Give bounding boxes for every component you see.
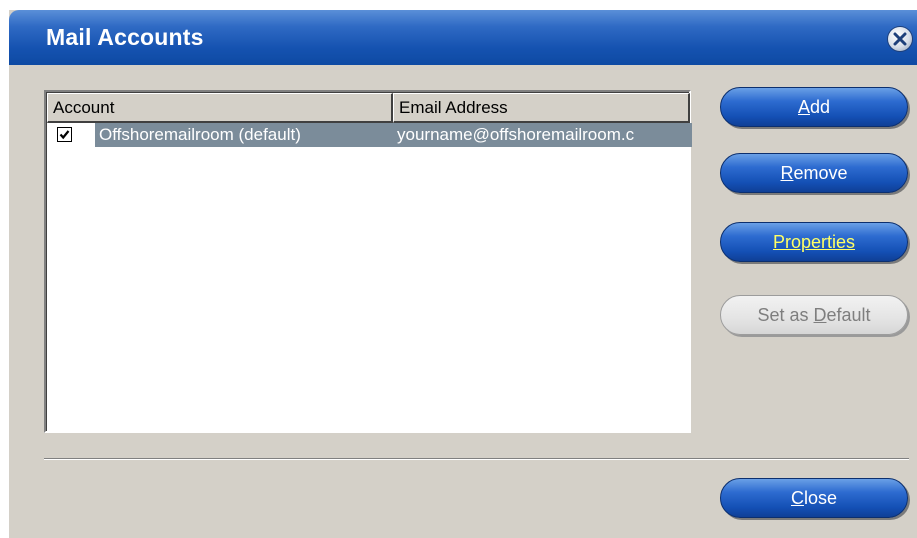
account-row[interactable]: Offshoremailroom (default) yourname@offs…	[47, 123, 692, 149]
remove-button[interactable]: Remove	[720, 153, 908, 193]
account-checkbox[interactable]	[57, 127, 72, 142]
set-default-mnemonic: D	[813, 305, 827, 325]
properties-button[interactable]: Properties	[720, 222, 908, 262]
title-bar[interactable]: Mail Accounts	[9, 10, 917, 65]
close-icon[interactable]	[888, 27, 912, 51]
separator-line	[44, 458, 909, 460]
mail-accounts-dialog: Mail Accounts Account Email Address Offs…	[9, 10, 917, 538]
close-mnemonic: C	[790, 488, 804, 508]
checkmark-icon	[59, 130, 70, 140]
set-default-suffix: efault	[826, 305, 871, 325]
account-email: yourname@offshoremailroom.c	[397, 125, 635, 144]
column-header-email[interactable]: Email Address	[393, 93, 690, 123]
accounts-list[interactable]: Account Email Address Offshoremailroom (…	[44, 90, 692, 433]
set-as-default-button[interactable]: Set as Default	[720, 295, 908, 335]
dialog-title: Mail Accounts	[46, 24, 204, 50]
add-button-label: dd	[809, 97, 831, 117]
remove-button-label: emove	[793, 163, 848, 183]
add-button[interactable]: Add	[720, 87, 908, 127]
row-selection-highlight: Offshoremailroom (default) yourname@offs…	[95, 123, 692, 147]
properties-button-label: Properties	[772, 232, 856, 252]
close-button-label: lose	[803, 488, 838, 508]
remove-mnemonic: R	[780, 163, 794, 183]
add-mnemonic: A	[797, 97, 810, 117]
set-default-prefix: Set as	[757, 305, 814, 325]
column-header-account[interactable]: Account	[47, 93, 393, 123]
close-button[interactable]: Close	[720, 478, 908, 518]
account-name: Offshoremailroom (default)	[99, 125, 301, 144]
